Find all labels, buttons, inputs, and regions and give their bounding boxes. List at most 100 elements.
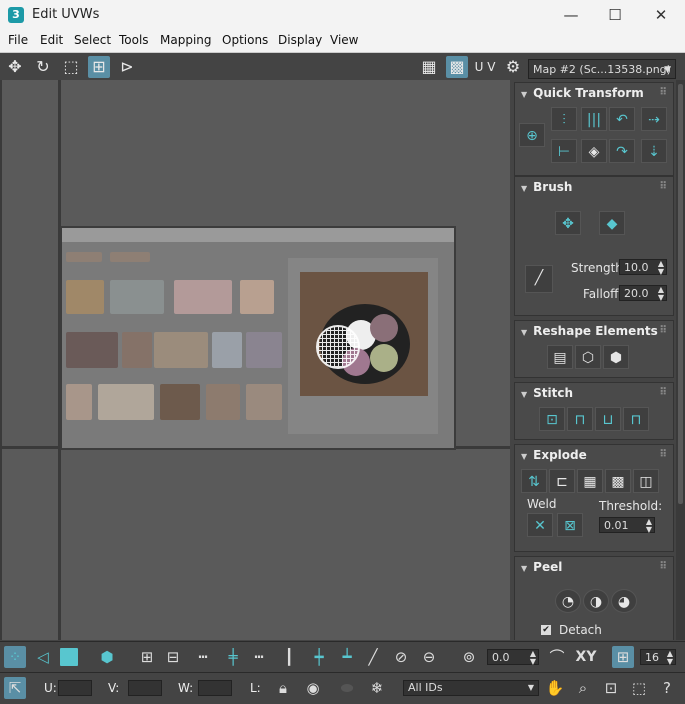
flatten-by-smoothing-icon[interactable]: ▩ [605,469,631,493]
element-mode-icon[interactable]: ⬢ [96,646,118,668]
freeform-icon[interactable]: ⊞ [88,56,110,78]
zoom-region-icon[interactable]: ⊡ [600,677,622,699]
pan-icon[interactable]: ✋ [544,677,566,699]
detach-edges-icon[interactable]: ⊏ [549,469,575,493]
relax-brush-icon[interactable]: ◆ [599,211,625,235]
weld-selected-icon[interactable]: ✕ [527,513,553,537]
rotate-ccw-icon[interactable]: ↶ [609,107,635,131]
menu-options[interactable]: Options [222,33,268,47]
rollout-header[interactable]: ▼ Reshape Elements ⠿ [515,321,673,341]
grow-selection-icon[interactable]: ⊞ [136,646,158,668]
flatten-by-polygon-icon[interactable]: ▦ [577,469,603,493]
edge-mode-icon[interactable]: ◁ [32,646,54,668]
zoom-extents-icon[interactable]: ⬚ [628,677,650,699]
flatten-by-material-icon[interactable]: ◫ [633,469,659,493]
grid-snap-icon[interactable]: ⊞ [612,646,634,668]
brush-line-icon[interactable]: ╱ [525,265,553,293]
ring-grow-icon[interactable]: ┃ [278,646,300,668]
soft-select-icon[interactable]: ⌒ [546,646,568,668]
paint-grow-icon[interactable]: ⊘ [390,646,412,668]
brush-icon[interactable]: ╱ [362,646,384,668]
relax-settings-icon[interactable]: ⬢ [603,345,629,369]
help-icon[interactable]: ? [656,677,678,699]
u-field[interactable] [58,680,92,696]
checker-icon[interactable]: ▦ [418,56,440,78]
freeze-icon[interactable]: ❄ [366,677,388,699]
rotate-icon[interactable]: ↻ [32,56,54,78]
weld-all-icon[interactable]: ⊠ [557,513,583,537]
grid-spinner[interactable]: 16 ▲ ▼ [640,649,676,666]
align-vertical-icon[interactable]: ||| [581,107,607,131]
zoom-icon[interactable]: ⌕ [572,677,594,699]
angle-spinner[interactable]: 0.0 ▲ ▼ [487,649,539,666]
space-horizontal-icon[interactable]: ⇢ [641,107,667,131]
straighten-selection-icon[interactable]: ▤ [547,345,573,369]
menu-edit[interactable]: Edit [40,33,63,47]
menu-file[interactable]: File [8,33,28,47]
relax-icon[interactable]: ⬡ [575,345,601,369]
stitch-target-icon[interactable]: ⊔ [595,407,621,431]
rollout-title: Stitch [533,386,574,400]
uv-viewport[interactable] [0,80,510,640]
straighten-icon[interactable]: ◈ [581,139,607,163]
break-icon[interactable]: ⇅ [521,469,547,493]
scrollbar-thumb[interactable] [678,84,683,504]
stitch-average-icon[interactable]: ⊓ [623,407,649,431]
detach-checkbox[interactable]: ✔ [541,625,551,635]
strength-spinner[interactable]: 10.0 ▲ ▼ [619,259,667,276]
rollout-header[interactable]: ▼ Explode ⠿ [515,445,673,465]
peel-mode-icon[interactable]: ◑ [583,589,609,613]
stitch-source-icon[interactable]: ⊓ [567,407,593,431]
uv-mesh-sphere[interactable] [316,325,360,369]
menu-mapping[interactable]: Mapping [160,33,212,47]
rollout-header[interactable]: ▼ Brush ⠿ [515,177,673,197]
map-dropdown[interactable]: Map #2 (Sc...13538.png) ▼ [528,59,676,79]
loop-icon[interactable]: ┅ [192,646,214,668]
checker-pattern-icon[interactable]: ▩ [446,56,468,78]
paint-shrink-icon[interactable]: ⊖ [418,646,440,668]
uv-toggle[interactable]: U V [472,56,498,78]
lock-icon[interactable]: 🔒︎ [272,677,294,699]
align-horizontal-icon[interactable]: ⫶ [551,107,577,131]
mirror-icon[interactable]: ⊳ [116,56,138,78]
rollout-header[interactable]: ▼ Stitch ⠿ [515,383,673,403]
face-mode-icon[interactable] [60,648,78,666]
paint-move-icon[interactable]: ✥ [555,211,581,235]
menu-view[interactable]: View [330,33,358,47]
absolute-mode-icon[interactable]: ⇱ [4,677,26,699]
rotate-cw-icon[interactable]: ↷ [609,139,635,163]
menu-select[interactable]: Select [74,33,111,47]
quick-peel-icon[interactable]: ◔ [555,589,581,613]
close-button[interactable]: ✕ [638,3,684,27]
hide-icon[interactable]: ⬬ [336,677,358,699]
xy-toggle[interactable]: XY [572,646,600,668]
minimize-button[interactable]: — [548,3,594,27]
texture-settings-icon[interactable]: ⚙ [502,56,524,78]
loop-grow-icon[interactable]: ╪ [222,646,244,668]
pivot-icon[interactable]: ⊕ [519,123,545,147]
menu-tools[interactable]: Tools [119,33,149,47]
paint-deselect-icon[interactable]: ┷ [336,646,358,668]
move-icon[interactable]: ✥ [4,56,26,78]
falloff-spinner[interactable]: 20.0 ▲ ▼ [619,285,667,302]
shrink-selection-icon[interactable]: ⊟ [162,646,184,668]
material-id-dropdown[interactable]: All IDs ▼ [403,680,539,696]
rotate-angle-icon[interactable]: ⊚ [458,646,480,668]
vertex-mode-icon[interactable]: ⁘ [4,646,26,668]
maximize-button[interactable]: ☐ [592,3,638,27]
w-field[interactable] [198,680,232,696]
rollout-header[interactable]: ▼ Peel ⠿ [515,557,673,577]
paint-select-icon[interactable]: ┿ [308,646,330,668]
rollout-header[interactable]: ▼ Quick Transform ⠿ [515,83,673,103]
ring-icon[interactable]: ┅ [248,646,270,668]
scale-icon[interactable]: ⬚ [60,56,82,78]
align-left-icon[interactable]: ⊢ [551,139,577,163]
space-vertical-icon[interactable]: ⇣ [641,139,667,163]
threshold-spinner[interactable]: 0.01 ▲ ▼ [599,517,655,534]
v-field[interactable] [128,680,162,696]
peel-reset-icon[interactable]: ◕ [611,589,637,613]
menu-display[interactable]: Display [278,33,322,47]
stitch-custom-icon[interactable]: ⊡ [539,407,565,431]
eye-icon[interactable]: ◉ [302,677,324,699]
panel-scrollbar[interactable] [676,80,685,640]
